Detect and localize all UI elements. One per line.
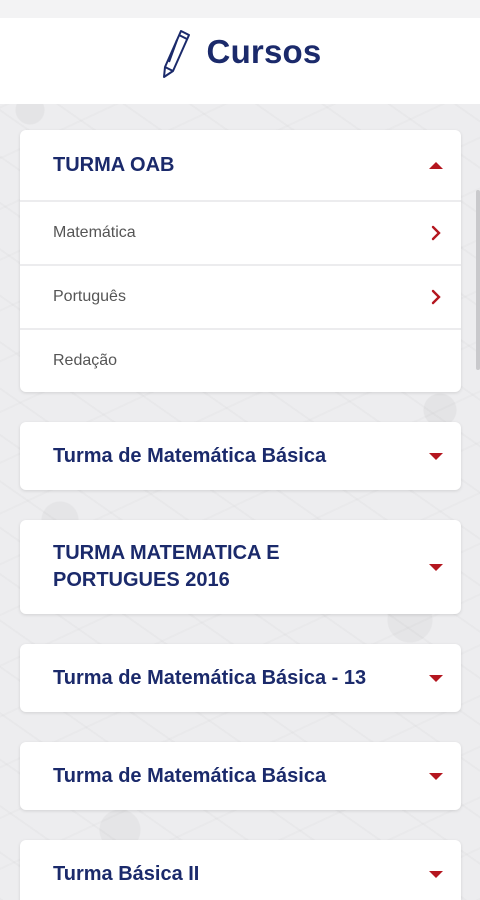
chevron-right-icon [431,289,441,305]
course-title: Turma de Matemática Básica [53,444,327,467]
course-card: Turma Básica II [20,840,461,900]
course-title: Turma de Matemática Básica [53,764,327,787]
chevron-right-icon [431,225,441,241]
pencil-icon [162,30,190,78]
caret-down-icon[interactable] [429,870,443,878]
course-header[interactable]: Turma Básica II [20,840,461,900]
subject-item-matematica[interactable]: Matemática [20,200,461,264]
status-bar [0,0,480,18]
course-title: Turma Básica II [53,862,200,885]
course-header[interactable]: Turma de Matemática Básica - 13 [20,644,461,712]
course-card: Turma de Matemática Básica [20,742,461,810]
caret-down-icon[interactable] [429,452,443,460]
subject-label: Português [53,288,126,305]
course-list: TURMA OAB Matemática Português Redação T… [20,130,461,900]
caret-down-icon[interactable] [429,563,443,571]
caret-down-icon[interactable] [429,674,443,682]
caret-down-icon[interactable] [429,772,443,780]
subject-item-portugues[interactable]: Português [20,264,461,328]
subject-label: Redação [53,352,118,369]
course-header[interactable]: Turma de Matemática Básica [20,742,461,810]
course-header[interactable]: TURMA MATEMATICA E PORTUGUES 2016 [20,520,461,614]
subject-label: Matemática [53,224,136,241]
course-title: TURMA OAB [53,153,175,176]
caret-up-icon[interactable] [429,161,443,169]
course-card: TURMA MATEMATICA E PORTUGUES 2016 [20,520,461,614]
subject-item-redacao[interactable]: Redação [20,328,461,392]
course-card: Turma de Matemática Básica [20,422,461,490]
course-title: Turma de Matemática Básica - 13 [53,666,367,689]
course-header-turma-oab[interactable]: TURMA OAB [20,130,461,200]
course-card-expanded: TURMA OAB Matemática Português Redação [20,130,461,392]
page-title: Cursos [206,33,322,70]
course-header[interactable]: Turma de Matemática Básica [20,422,461,490]
scrollbar[interactable] [476,190,480,370]
course-card: Turma de Matemática Básica - 13 [20,644,461,712]
course-title: TURMA MATEMATICA E PORTUGUES 2016 [53,542,280,591]
